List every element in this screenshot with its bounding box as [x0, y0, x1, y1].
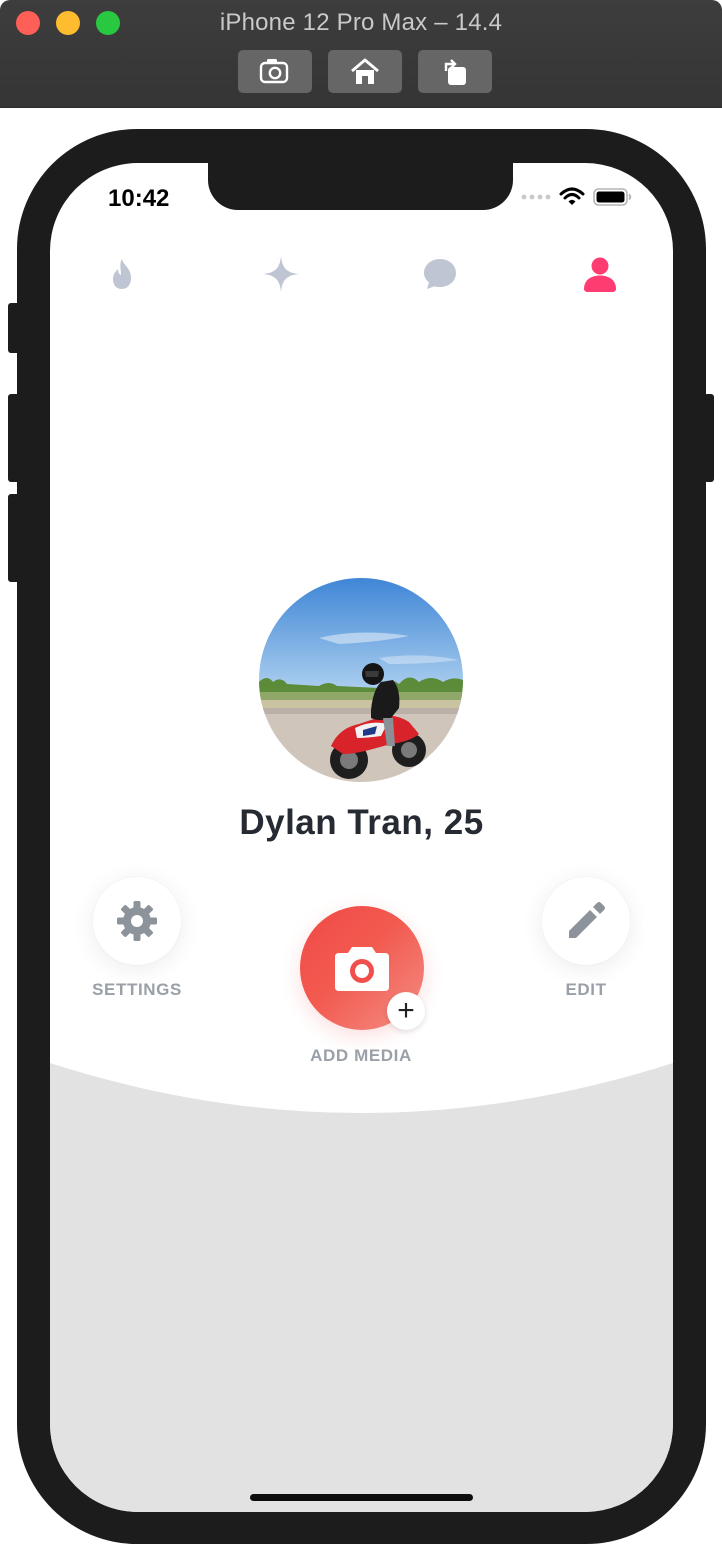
- sparkle-icon: [263, 256, 299, 292]
- status-time: 10:42: [108, 185, 170, 212]
- simulator-titlebar: iPhone 12 Pro Max – 14.4: [0, 0, 722, 108]
- edit-profile-button[interactable]: [542, 877, 630, 965]
- profile-photo-image: [259, 578, 463, 782]
- notch: [208, 163, 513, 210]
- wifi-icon: [559, 187, 585, 205]
- tab-discover[interactable]: [98, 251, 146, 297]
- tab-profile[interactable]: [576, 251, 624, 297]
- add-media-plus-badge[interactable]: +: [387, 992, 425, 1030]
- edit-label: EDIT: [565, 980, 607, 999]
- home-icon: [351, 58, 379, 84]
- person-icon: [584, 257, 616, 292]
- settings-label: SETTINGS: [92, 980, 182, 999]
- gear-icon: [117, 901, 157, 941]
- pencil-icon: [569, 902, 605, 938]
- tab-messages[interactable]: [416, 251, 464, 297]
- tab-top-picks[interactable]: [257, 251, 305, 297]
- chat-bubble-icon: [424, 259, 456, 289]
- status-icons: [521, 187, 633, 207]
- window-title: iPhone 12 Pro Max – 14.4: [219, 9, 503, 36]
- home-button[interactable]: [328, 50, 402, 93]
- flame-icon: [113, 259, 131, 289]
- settings-button[interactable]: [93, 877, 181, 965]
- phone-screen: 10:42 Dylan Tran, 25 SETTINGS + ADD MEDI…: [50, 163, 673, 1512]
- add-media-label: ADD MEDIA: [310, 1046, 412, 1065]
- home-indicator[interactable]: [250, 1494, 473, 1501]
- tab-bar: [50, 251, 673, 297]
- battery-icon: [593, 188, 632, 206]
- rotate-icon: [444, 58, 466, 85]
- screenshot-button[interactable]: [238, 50, 312, 93]
- screenshot-icon: [259, 58, 289, 83]
- rotate-button[interactable]: [418, 50, 492, 93]
- cellular-signal-icon: [521, 194, 551, 200]
- camera-icon: [335, 947, 389, 991]
- profile-photo[interactable]: [259, 578, 463, 782]
- profile-name: Dylan Tran, 25: [239, 803, 484, 842]
- bottom-curved-background: [50, 1063, 673, 1512]
